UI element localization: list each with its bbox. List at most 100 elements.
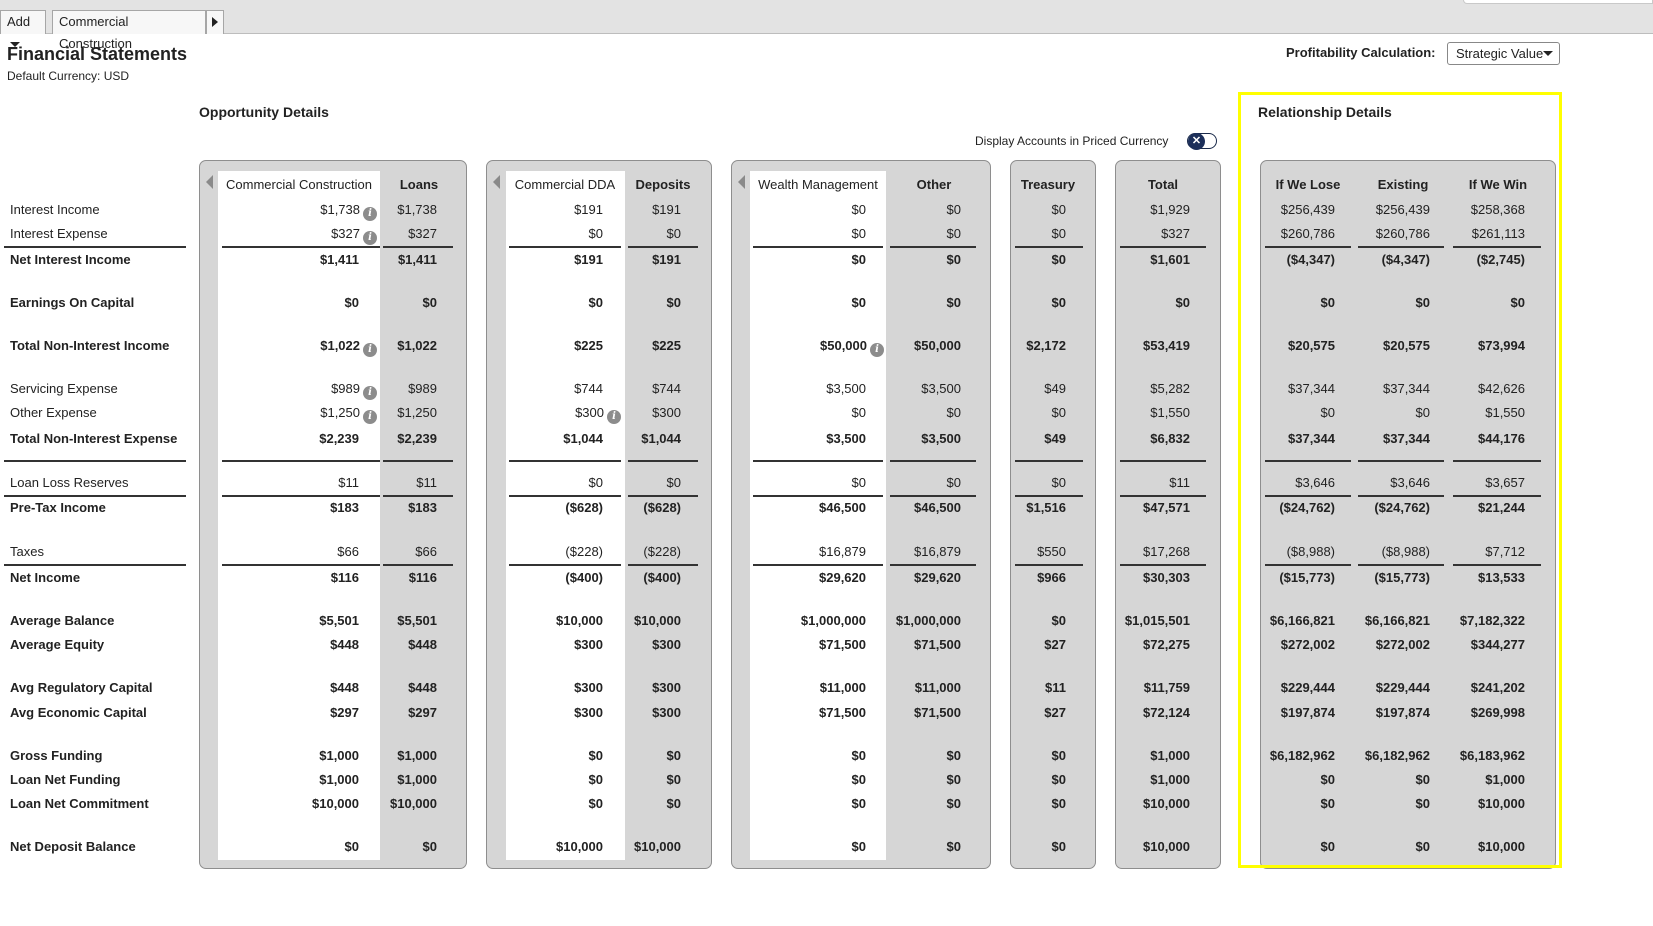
table-cell: $344,277 bbox=[1471, 637, 1525, 653]
table-cell: $3,646 bbox=[1295, 475, 1335, 491]
table-cell: ($15,773) bbox=[1279, 570, 1335, 586]
table-cell: $1,044 bbox=[641, 431, 681, 447]
cell-value: $269,998 bbox=[1470, 705, 1525, 720]
row-label: Other Expense bbox=[10, 405, 97, 420]
row-divider bbox=[4, 460, 186, 462]
cell-value: $272,002 bbox=[1375, 637, 1430, 652]
row-divider bbox=[1358, 564, 1444, 566]
cell-value: $0 bbox=[1415, 796, 1430, 811]
cell-value: $11,000 bbox=[914, 680, 961, 695]
cell-value: $11 bbox=[338, 475, 359, 490]
info-icon[interactable]: i bbox=[363, 410, 377, 424]
table-cell: $297 bbox=[330, 705, 359, 721]
cell-value: $1,022 bbox=[397, 338, 437, 353]
table-cell: $0 bbox=[423, 295, 437, 311]
table-cell: $0 bbox=[1052, 772, 1066, 788]
table-cell: $0 bbox=[852, 839, 866, 855]
cell-value: $300 bbox=[652, 680, 681, 695]
info-icon[interactable]: i bbox=[870, 343, 884, 357]
table-cell: $300 i bbox=[575, 405, 621, 424]
info-icon[interactable]: i bbox=[607, 410, 621, 424]
cell-value: $11 bbox=[1169, 475, 1190, 490]
cell-value: $11,759 bbox=[1143, 680, 1190, 695]
cell-value: ($228) bbox=[643, 544, 681, 559]
table-cell: $272,002 bbox=[1376, 637, 1430, 653]
info-icon[interactable]: i bbox=[363, 231, 377, 245]
cell-value: $197,874 bbox=[1280, 705, 1335, 720]
cell-value: $0 bbox=[588, 226, 603, 241]
table-cell: $229,444 bbox=[1281, 680, 1335, 696]
table-cell: $49 bbox=[1044, 431, 1066, 447]
cell-value: $0 bbox=[946, 748, 961, 763]
table-cell: $11,000 bbox=[820, 680, 866, 696]
info-icon[interactable]: i bbox=[363, 343, 377, 357]
top-toolbar: Add Commercial Construction bbox=[0, 0, 1653, 51]
cell-value: $0 bbox=[666, 796, 681, 811]
row-divider bbox=[628, 246, 698, 248]
cell-value: $0 bbox=[851, 252, 866, 267]
row-label: Average Balance bbox=[10, 613, 115, 628]
table-cell: $0 bbox=[1321, 405, 1335, 421]
cell-value: $0 bbox=[1415, 405, 1430, 420]
search-input[interactable] bbox=[1463, 0, 1653, 4]
cell-value: $10,000 bbox=[634, 839, 681, 854]
cell-value: $17,268 bbox=[1143, 544, 1190, 559]
add-label: Add bbox=[7, 14, 31, 29]
table-cell: $2,239 bbox=[319, 431, 359, 447]
table-cell: $256,439 bbox=[1281, 202, 1335, 218]
table-cell: $225 bbox=[652, 338, 681, 354]
cell-value: $49 bbox=[1044, 431, 1066, 446]
table-cell: $53,419 bbox=[1143, 338, 1190, 354]
cell-value: $0 bbox=[851, 839, 866, 854]
table-cell: $1,929 bbox=[1150, 202, 1190, 218]
table-cell: $44,176 bbox=[1478, 431, 1525, 447]
add-button[interactable]: Add bbox=[0, 10, 46, 48]
cell-value: $53,419 bbox=[1143, 338, 1190, 353]
table-cell: $10,000 bbox=[312, 796, 359, 812]
cell-value: $2,239 bbox=[319, 431, 359, 446]
row-label: Average Equity bbox=[10, 637, 105, 652]
cell-value: $46,500 bbox=[819, 500, 866, 515]
tab-commercial-construction[interactable]: Commercial Construction bbox=[52, 10, 206, 51]
cell-value: $1,000 bbox=[397, 772, 437, 787]
profitability-select[interactable]: Strategic Value bbox=[1447, 42, 1560, 65]
cell-value: $0 bbox=[344, 839, 359, 854]
cell-value: $0 bbox=[851, 475, 866, 490]
table-cell: $1,015,501 bbox=[1125, 613, 1190, 629]
table-cell: $49 bbox=[1044, 381, 1066, 397]
table-cell: $0 bbox=[947, 202, 961, 218]
tab-scroll-right-button[interactable] bbox=[206, 10, 224, 34]
cell-value: $0 bbox=[1051, 475, 1066, 490]
table-cell: $0 bbox=[1416, 405, 1430, 421]
table-cell: $11 bbox=[338, 475, 359, 491]
cell-value: $0 bbox=[946, 839, 961, 854]
cell-value: $3,500 bbox=[826, 381, 866, 396]
row-divider bbox=[509, 460, 621, 462]
table-cell: $37,344 bbox=[1383, 381, 1430, 397]
info-icon[interactable]: i bbox=[363, 386, 377, 400]
table-cell: $1,550 bbox=[1485, 405, 1525, 421]
table-cell: $1,000,000 bbox=[896, 613, 961, 629]
table-cell: $17,268 bbox=[1143, 544, 1190, 560]
cell-value: $49 bbox=[1044, 381, 1066, 396]
table-cell: $0 bbox=[947, 405, 961, 421]
row-divider bbox=[1358, 460, 1444, 462]
table-cell: $1,601 bbox=[1150, 252, 1190, 268]
row-divider bbox=[1265, 564, 1351, 566]
cell-value: $27 bbox=[1044, 705, 1066, 720]
table-cell: $989 i bbox=[331, 381, 377, 400]
table-cell: $7,712 bbox=[1485, 544, 1525, 560]
cell-value: $0 bbox=[344, 295, 359, 310]
cell-value: $0 bbox=[1320, 295, 1335, 310]
info-icon[interactable]: i bbox=[363, 207, 377, 221]
priced-currency-toggle[interactable]: ✕ bbox=[1187, 133, 1217, 150]
table-cell: $0 bbox=[1416, 772, 1430, 788]
table-cell: $0 bbox=[1511, 295, 1525, 311]
table-cell: $0 bbox=[947, 796, 961, 812]
row-label: Loan Loss Reserves bbox=[10, 475, 129, 490]
chevron-down-icon bbox=[1543, 51, 1553, 56]
row-label: Loan Net Commitment bbox=[10, 796, 149, 811]
row-divider bbox=[222, 246, 380, 248]
table-cell: $300 bbox=[574, 680, 603, 696]
collapse-left-icon[interactable] bbox=[206, 175, 213, 189]
